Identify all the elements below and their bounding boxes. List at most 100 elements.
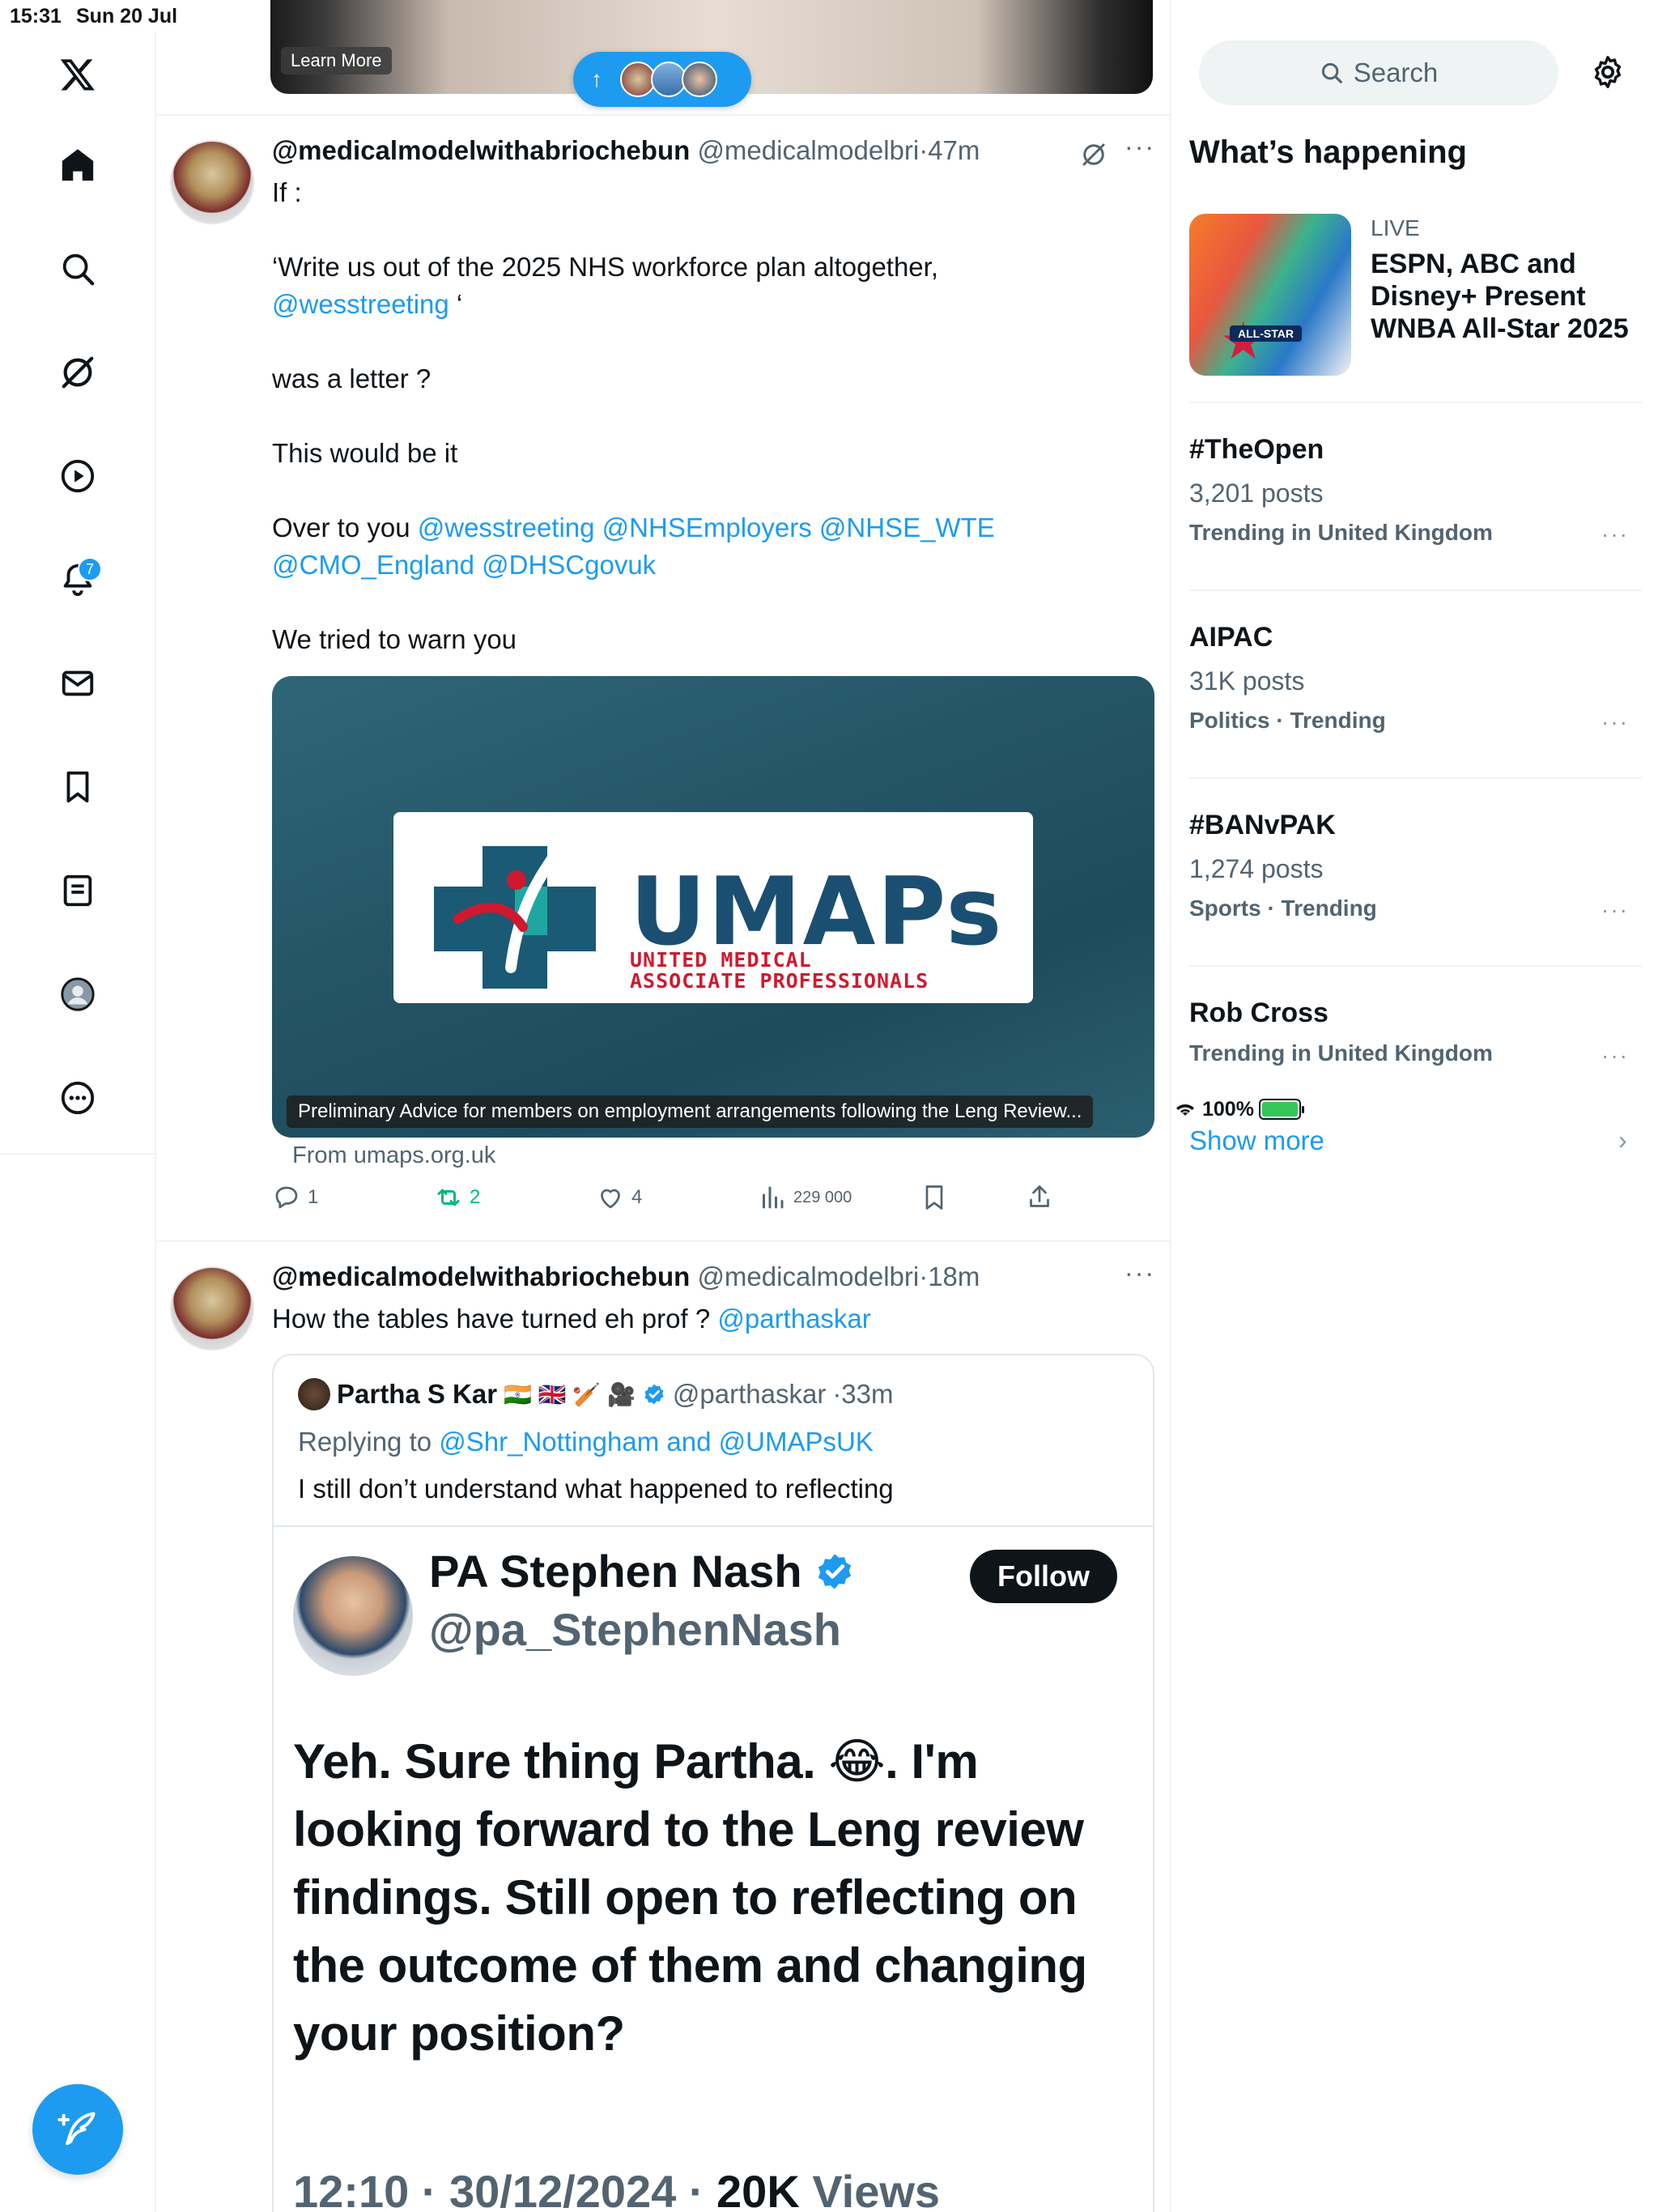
trend-more-icon[interactable]: ··· <box>1601 709 1629 735</box>
trend-item[interactable]: #BANvPAK 1,274 posts Sports · Trending ·… <box>1189 810 1642 923</box>
compose-post-button[interactable] <box>32 2084 123 2175</box>
handle[interactable]: @medicalmodelbri <box>697 135 919 165</box>
views-chart-icon <box>763 1186 784 1209</box>
tweet-line: ‘ <box>449 289 463 319</box>
messages-mail-icon[interactable] <box>50 656 105 711</box>
view-count: 229 000 <box>793 1188 852 1206</box>
live-label: LIVE <box>1371 215 1420 240</box>
profile-avatar-icon[interactable] <box>50 967 105 1022</box>
more-circle-icon[interactable] <box>50 1070 105 1125</box>
lists-icon[interactable] <box>50 863 105 918</box>
trend-title: #BANvPAK <box>1189 810 1336 840</box>
trend-count: 31K posts <box>1189 666 1305 696</box>
name-emoji-flags: 🇮🇳 🇬🇧 🏏 🎥 <box>504 1381 636 1407</box>
divider <box>1189 777 1642 779</box>
arrow-up-icon: ↑ <box>591 66 602 91</box>
tweet-line: Over to you <box>272 513 418 542</box>
card-source-link[interactable]: From umaps.org.uk <box>292 1142 495 1169</box>
x-logo-icon[interactable] <box>50 47 105 102</box>
screenshot-views-number: 20K <box>716 2166 800 2212</box>
link-card-image[interactable]: UMAPs UNITED MEDICAL ASSOCIATE PROFESSIO… <box>272 676 1154 1138</box>
umaps-cross-logo-icon <box>434 832 596 989</box>
reply-count: 1 <box>308 1186 319 1208</box>
avatar[interactable] <box>170 1266 254 1351</box>
reply-button[interactable]: 1 <box>272 1183 318 1212</box>
screenshot-timestamp: 12:10 · 30/12/2024 · <box>293 2166 717 2212</box>
quoted-image-divider <box>274 1525 1153 1527</box>
learn-more-button[interactable]: Learn More <box>281 47 392 74</box>
divider <box>156 114 1170 116</box>
trend-title: #TheOpen <box>1189 434 1324 465</box>
trend-context: Politics · Trending <box>1189 708 1386 733</box>
views-button[interactable]: 229 000 <box>758 1183 852 1212</box>
notifications-badge: 7 <box>78 557 102 581</box>
trend-more-icon[interactable]: ··· <box>1601 1043 1629 1069</box>
divider <box>1189 589 1642 591</box>
left-nav: 7 <box>0 32 156 2212</box>
trend-more-icon[interactable]: ··· <box>1601 521 1629 547</box>
more-options-icon[interactable]: ··· <box>1124 1258 1155 1288</box>
mention-links[interactable]: @CMO_England @DHSCgovuk <box>272 550 656 580</box>
replying-to-links[interactable]: @Shr_Nottingham and @UMAPsUK <box>439 1427 874 1457</box>
trend-context: Sports · Trending <box>1189 895 1377 921</box>
nav-divider <box>0 1153 156 1155</box>
tweet-line: We tried to warn you <box>272 624 517 654</box>
tweet-header: @medicalmodelwithabriochebun @medicalmod… <box>272 135 980 166</box>
home-icon[interactable] <box>50 138 105 193</box>
avatar[interactable] <box>170 140 254 224</box>
grok-explain-icon[interactable] <box>1079 140 1108 169</box>
replying-prefix: Replying to <box>298 1427 440 1457</box>
share-icon <box>1030 1185 1049 1207</box>
like-button[interactable]: 4 <box>596 1183 642 1212</box>
quoted-tweet[interactable]: Partha S Kar 🇮🇳 🇬🇧 🏏 🎥 @parthaskar ·33m R… <box>272 1354 1154 2212</box>
repost-icon <box>437 1189 460 1206</box>
share-button[interactable] <box>1025 1183 1054 1212</box>
trend-item[interactable]: AIPAC 31K posts Politics · Trending ··· <box>1189 622 1642 734</box>
display-name[interactable]: @medicalmodelwithabriochebun <box>272 135 690 165</box>
bookmarks-icon[interactable] <box>50 759 105 815</box>
handle[interactable]: @medicalmodelbri <box>697 1261 919 1291</box>
card-caption: Preliminary Advice for members on employ… <box>287 1095 1094 1128</box>
logo-subtitle: UNITED MEDICAL <box>630 948 812 972</box>
whats-happening-title: What’s happening <box>1189 134 1467 170</box>
live-event-image[interactable]: ★ ALL-STAR <box>1189 214 1351 376</box>
timestamp[interactable]: ·47m <box>919 135 980 165</box>
tweet-actions: 1 2 4 229 000 <box>272 1183 1082 1223</box>
show-more-link[interactable]: Show more <box>1189 1125 1324 1156</box>
settings-gear-icon[interactable] <box>1589 53 1626 91</box>
notifications-bell-icon[interactable]: 7 <box>50 552 105 607</box>
chevron-right-icon: › <box>1618 1125 1627 1155</box>
timestamp[interactable]: ·18m <box>919 1261 980 1291</box>
video-play-icon[interactable] <box>50 449 105 504</box>
repost-count: 2 <box>470 1186 481 1208</box>
tweet-line: ‘Write us out of the 2025 NHS workforce … <box>272 252 939 282</box>
like-count: 4 <box>631 1186 643 1208</box>
search-input[interactable]: Search <box>1199 40 1558 105</box>
tweet-line: If : <box>272 177 302 207</box>
screenshot-display-name: PA Stephen Nash <box>429 1545 856 1597</box>
live-event-title[interactable]: ESPN, ABC and Disney+ Present WNBA All-S… <box>1371 248 1630 345</box>
grok-icon[interactable] <box>50 345 105 400</box>
trend-title: AIPAC <box>1189 622 1273 653</box>
bookmark-button[interactable] <box>920 1183 949 1212</box>
mention-links[interactable]: @wesstreeting @NHSEmployers @NHSE_WTE <box>418 513 995 542</box>
trend-item[interactable]: #TheOpen 3,201 posts Trending in United … <box>1189 434 1642 547</box>
more-options-icon[interactable]: ··· <box>1124 132 1155 162</box>
quoted-avatar <box>298 1378 330 1410</box>
trend-more-icon[interactable]: ··· <box>1601 897 1629 923</box>
divider <box>156 1240 1170 1242</box>
screenshot-avatar <box>293 1556 413 1676</box>
mention-link[interactable]: @wesstreeting <box>272 289 449 319</box>
quoted-header: Partha S Kar 🇮🇳 🇬🇧 🏏 🎥 @parthaskar ·33m <box>298 1378 894 1410</box>
divider <box>1189 402 1642 403</box>
tweet-text: How the tables have turned eh prof ? @pa… <box>272 1300 1130 1338</box>
mention-link[interactable]: @parthaskar <box>717 1304 870 1334</box>
trend-item[interactable]: Rob Cross Trending in United Kingdom ··· <box>1189 998 1642 1069</box>
new-posts-pill[interactable]: ↑ <box>573 52 751 107</box>
display-name[interactable]: @medicalmodelwithabriochebun <box>272 1261 690 1291</box>
explore-search-icon[interactable] <box>50 241 105 296</box>
heart-icon <box>601 1189 620 1209</box>
tweet-line: How the tables have turned eh prof ? <box>272 1304 718 1334</box>
divider <box>1189 965 1642 967</box>
repost-button[interactable]: 2 <box>434 1183 480 1212</box>
